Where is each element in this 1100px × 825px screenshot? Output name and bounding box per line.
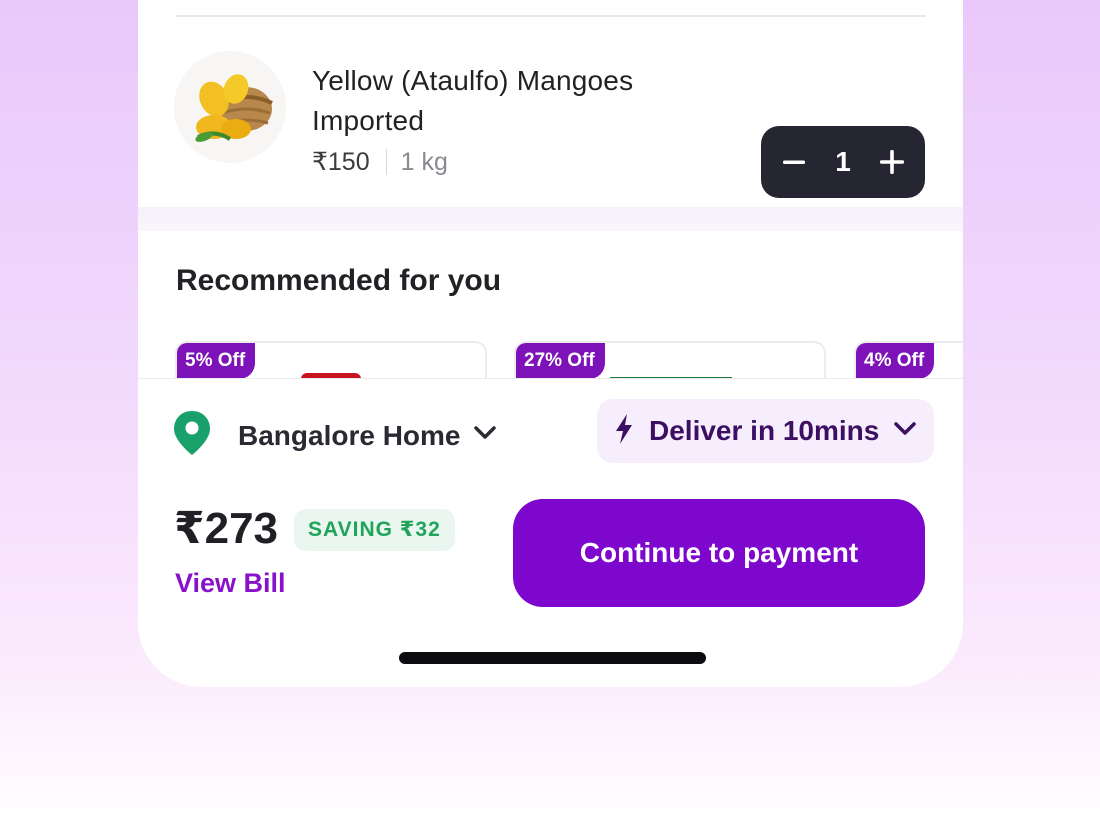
phone-screen: Yellow (Ataulfo) Mangoes Imported ₹150 1… — [138, 0, 963, 687]
saving-badge: SAVING ₹32 — [294, 509, 455, 551]
quantity-value: 1 — [835, 146, 851, 177]
plus-icon[interactable] — [877, 147, 907, 177]
home-indicator — [399, 652, 706, 664]
cart-item: Yellow (Ataulfo) Mangoes Imported ₹150 1… — [138, 17, 963, 207]
discount-badge: 27% Off — [516, 343, 605, 379]
continue-to-payment-button[interactable]: Continue to payment — [513, 499, 925, 607]
item-title: Yellow (Ataulfo) Mangoes Imported — [312, 65, 634, 136]
item-price: ₹150 — [312, 148, 370, 176]
chevron-down-icon — [893, 421, 917, 442]
delivery-time-selector[interactable]: Deliver in 10mins — [597, 399, 934, 463]
checkout-panel: Bangalore Home Deliver in 10mins ₹273 SA… — [138, 378, 963, 687]
meta-separator — [385, 149, 387, 175]
delivery-eta: Deliver in 10mins — [649, 415, 880, 446]
location-pin-icon — [172, 409, 212, 462]
item-unit: 1 kg — [400, 147, 448, 176]
location-label: Bangalore Home — [238, 419, 461, 451]
item-meta: ₹150 1 kg — [312, 147, 448, 177]
view-bill-link[interactable]: View Bill — [175, 568, 286, 599]
discount-badge: 4% Off — [856, 343, 935, 379]
location-selector[interactable]: Bangalore Home — [172, 409, 497, 462]
lightning-bolt-icon — [613, 413, 635, 450]
quantity-stepper: 1 — [761, 126, 925, 198]
total-amount: ₹273 — [174, 504, 279, 553]
mango-basket-image — [174, 51, 286, 163]
chevron-down-icon — [473, 425, 497, 446]
section-separator — [138, 207, 963, 231]
discount-badge: 5% Off — [177, 343, 256, 379]
recommended-title: Recommended for you — [176, 264, 502, 297]
minus-icon[interactable] — [779, 147, 809, 177]
